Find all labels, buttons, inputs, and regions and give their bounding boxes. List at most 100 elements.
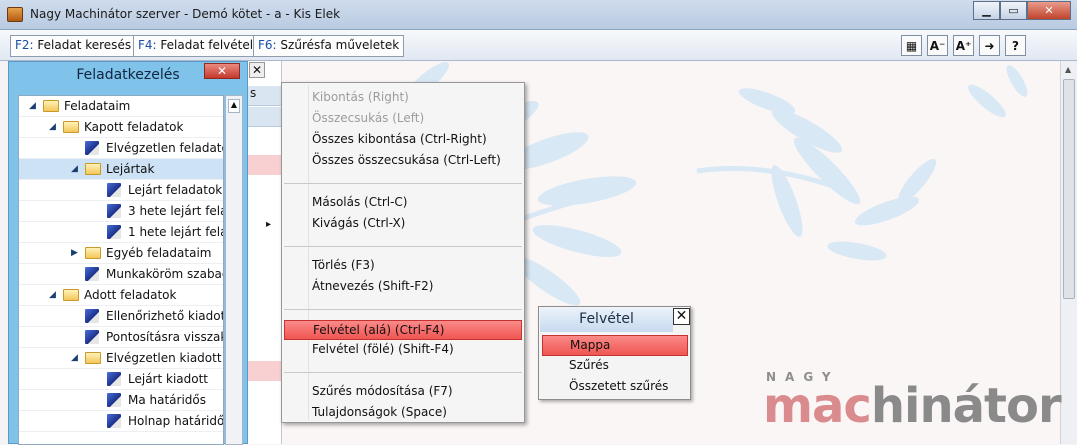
tree-item[interactable]: Holnap határidős (19, 411, 224, 432)
tree-item[interactable]: 1 hete lejárt feladatok (19, 222, 223, 243)
menu-item[interactable]: Tulajdonságok (Space) (312, 404, 447, 424)
shortcut-key: F4: (138, 38, 157, 52)
task-icon (85, 309, 99, 323)
menu-item[interactable]: Felvétel (alá) (Ctrl-F4) (284, 320, 522, 340)
expand-arrow-icon[interactable]: ▸ (266, 219, 271, 230)
shortcut-key: F2: (15, 38, 34, 52)
tree-item[interactable]: Ellenőrizhető kiadott (19, 306, 224, 327)
list-row (248, 107, 282, 127)
collapse-icon[interactable]: ◢ (49, 122, 56, 132)
toolbar: F2: Feladat keresés F4: Feladat felvétel… (0, 30, 1077, 61)
scroll-up-icon[interactable]: ▲ (1065, 65, 1071, 74)
menu-separator (284, 309, 522, 310)
tree-item[interactable]: ◢ Adott feladatok (19, 285, 223, 306)
panel-close-button[interactable]: ✕ (204, 63, 240, 79)
tree-item-label: 1 hete lejárt feladatok (128, 225, 223, 239)
submenu-item[interactable]: Szűrés (569, 358, 609, 372)
menu-item[interactable]: Átnevezés (Shift-F2) (312, 278, 433, 298)
tree-item-label: Lejárt kiadott (128, 372, 209, 386)
menu-item[interactable]: Összes kibontása (Ctrl-Right) (312, 131, 487, 151)
submenu-title: Felvétel (540, 308, 673, 332)
tree-item[interactable]: ◢ Elvégzetlen kiadott (19, 348, 223, 369)
button-label: Feladat keresés (37, 38, 132, 52)
collapse-icon[interactable]: ◢ (29, 101, 36, 111)
menu-item[interactable]: Kibontás (Right) (312, 89, 409, 109)
tree-item[interactable]: Pontosításra visszaküldött (19, 327, 223, 348)
tree-item-label: Lejártak (106, 162, 155, 176)
help-icon[interactable]: ? (1005, 35, 1026, 56)
tree-item[interactable]: Ma határidős (19, 390, 223, 411)
menu-item[interactable]: Összecsukás (Left) (312, 110, 424, 130)
folder-icon (63, 121, 79, 133)
expand-icon[interactable]: ▶ (71, 248, 78, 258)
task-icon (85, 330, 99, 344)
tree-item-label: Munkaköröm szabadsága (106, 267, 223, 281)
tree-scrollbar[interactable]: ▲ (225, 95, 243, 445)
task-icon (107, 183, 121, 197)
tree-item[interactable]: Munkaköröm szabadsága (19, 264, 223, 285)
task-management-panel: Feladatkezelés ✕ ◢ Feladataim ◢ Kapott fela… (8, 61, 248, 445)
tree-item-label: Lejárt feladatok (128, 183, 223, 197)
button-label: Szűrésfa műveletek (280, 38, 400, 52)
main-scrollbar[interactable]: ▲ (1060, 61, 1077, 444)
tree-item[interactable]: ◢ Lejártak (19, 159, 223, 180)
folder-icon (85, 352, 101, 364)
exit-icon[interactable]: ➜ (979, 35, 1000, 56)
task-icon (107, 204, 121, 218)
scroll-thumb[interactable] (1063, 79, 1075, 299)
tree-item-label: Egyéb feladataim (106, 246, 212, 260)
collapse-icon[interactable]: ◢ (71, 353, 78, 363)
context-menu: Kibontás (Right) Összecsukás (Left) Összes… (281, 82, 525, 423)
menu-item[interactable]: Törlés (F3) (312, 257, 375, 277)
menu-item[interactable]: Felvétel (fölé) (Shift-F4) (312, 341, 454, 361)
background-list-panel: ✕ s ▸ (248, 61, 282, 444)
filter-tree-ops-button[interactable]: F6: Szűrésfa műveletek (253, 35, 405, 57)
submenu-item[interactable]: Mappa (542, 335, 688, 356)
list-close-icon[interactable]: ✕ (249, 62, 265, 78)
search-task-button[interactable]: F2: Feladat keresés (10, 35, 137, 57)
tree-item[interactable]: Lejárt feladatok (19, 180, 223, 201)
tree-item[interactable]: ◢ Kapott feladatok (19, 117, 223, 138)
collapse-icon[interactable]: ◢ (49, 290, 56, 300)
tree-item[interactable]: ◢ Feladataim (19, 96, 223, 117)
tree-item[interactable]: Lejárt kiadott (19, 369, 223, 390)
maximize-button[interactable]: ▭ (1000, 1, 1027, 20)
title-bar: Nagy Machinátor szerver - Demó kötet - a… (0, 0, 1077, 30)
collapse-icon[interactable]: ◢ (71, 164, 78, 174)
menu-separator (284, 183, 522, 184)
list-header: s (248, 86, 282, 106)
tree-item-label: Adott feladatok (84, 288, 177, 302)
task-tree[interactable]: ◢ Feladataim ◢ Kapott feladatok Elvégzetlen … (18, 95, 224, 445)
folder-icon (85, 163, 101, 175)
menu-item[interactable]: Másolás (Ctrl-C) (312, 194, 407, 214)
button-label: Feladat felvétel (160, 38, 254, 52)
close-button[interactable]: ✕ (1027, 1, 1071, 20)
tree-item[interactable]: Elvégzetlen feladatok (19, 138, 223, 159)
logo: machinátor (763, 378, 1062, 434)
tree-item-label: Elvégzetlen kiadott (106, 351, 222, 365)
menu-gutter (308, 85, 309, 420)
tree-item-label: Ma határidős (128, 393, 207, 407)
tree-item[interactable]: ▶ Egyéb feladataim (19, 243, 223, 264)
menu-item[interactable]: Szűrés módosítása (F7) (312, 383, 453, 403)
menu-item[interactable]: Összes összecsukása (Ctrl-Left) (312, 152, 501, 172)
font-decrease-icon[interactable]: A⁻ (927, 35, 948, 56)
scroll-up-icon[interactable]: ▲ (228, 99, 240, 113)
tree-item-label: Ellenőrizhető kiadott (106, 309, 224, 323)
task-icon (85, 267, 99, 281)
menu-item[interactable]: Kivágás (Ctrl-X) (312, 215, 405, 235)
list-row (248, 155, 282, 175)
tree-item-label: Holnap határidős (128, 414, 224, 428)
tree-item-label: 3 hete lejárt feladatok (128, 204, 223, 218)
task-icon (107, 372, 121, 386)
font-increase-icon[interactable]: A⁺ (953, 35, 974, 56)
submenu-close-button[interactable]: ✕ (673, 308, 690, 325)
tree-item[interactable]: 3 hete lejárt feladatok (19, 201, 223, 222)
shortcut-key: F6: (258, 38, 277, 52)
menu-separator (284, 246, 522, 247)
grid-icon[interactable]: ▦ (901, 35, 922, 56)
submenu-item[interactable]: Összetett szűrés (569, 379, 668, 393)
add-task-button[interactable]: F4: Feladat felvétel (133, 35, 259, 57)
minimize-button[interactable]: ▁ (973, 1, 1000, 20)
window-title: Nagy Machinátor szerver - Demó kötet - a… (30, 7, 341, 21)
